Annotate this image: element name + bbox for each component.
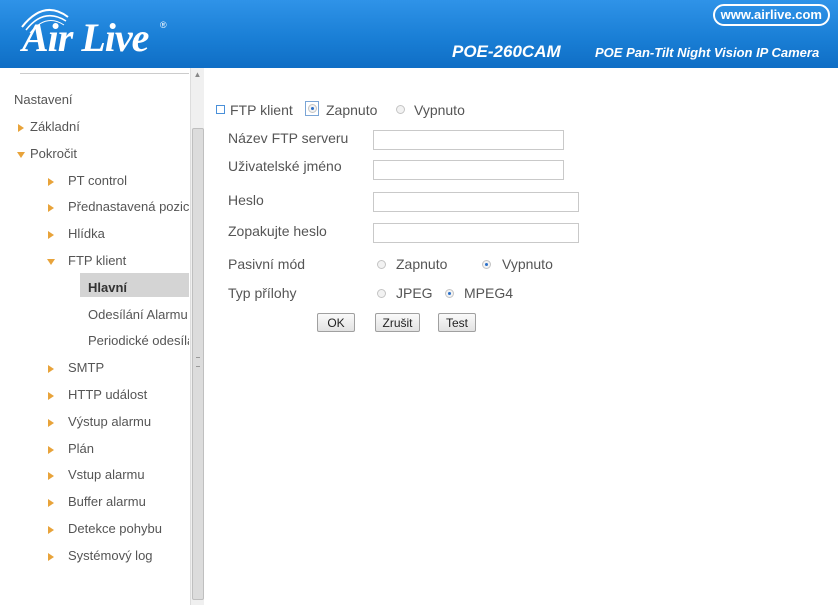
sidebar-item-label: Hlavní — [88, 279, 128, 295]
brand-logo: Air Live — [22, 15, 149, 60]
sidebar-nav: Nastavení Základní Pokročit PT control Před… — [8, 68, 204, 605]
sidebar-item-label: Základní — [30, 119, 80, 134]
password-label: Heslo — [228, 192, 264, 208]
sidebar-item-label: Detekce pohybu — [68, 521, 162, 536]
password-repeat-input[interactable] — [373, 223, 579, 243]
sidebar-item-label: FTP klient — [68, 253, 127, 268]
password-input[interactable] — [373, 192, 579, 212]
attachment-type-label: Typ přílohy — [228, 285, 297, 301]
expand-arrow-icon[interactable] — [48, 445, 54, 454]
attachment-jpeg-label: JPEG — [396, 285, 433, 301]
sidebar-item[interactable]: HTTP událost — [8, 386, 189, 408]
cancel-button[interactable]: Zrušit — [375, 313, 420, 332]
test-button[interactable]: Test — [438, 313, 476, 332]
sidebar-item[interactable]: Výstup alarmu — [8, 413, 189, 435]
password-repeat-label: Zopakujte heslo — [228, 223, 327, 239]
sidebar-item[interactable]: Buffer alarmu — [8, 493, 189, 515]
sidebar-item-label: Přednastavená pozice — [68, 199, 189, 215]
model-name: POE-260CAM — [452, 42, 561, 61]
sidebar-item[interactable]: SMTP — [8, 359, 189, 381]
ftp-client-form: FTP klient Zapnuto Vypnuto Název FTP ser… — [210, 68, 830, 368]
sidebar-tree: Nastavení Základní Pokročit PT control Před… — [8, 68, 189, 605]
sidebar-item-label: Plán — [68, 440, 95, 456]
username-label: Uživatelské jméno — [228, 158, 342, 174]
website-link[interactable]: www.airlive.com — [712, 4, 830, 26]
sidebar-item-label: PT control — [68, 172, 128, 188]
sidebar-item-label: Pokročit — [30, 145, 77, 161]
sidebar-item[interactable]: Detekce pohybu — [8, 520, 189, 542]
expand-arrow-icon[interactable] — [48, 204, 54, 213]
sidebar-item[interactable]: Vstup alarmu — [8, 466, 189, 488]
sidebar-item-label: Odesílání Alarmu — [88, 306, 188, 322]
passive-mode-label: Pasivní mód — [228, 256, 306, 272]
sidebar-item-label: Výstup alarmu — [68, 413, 152, 429]
ftp-enabled-radio[interactable] — [308, 104, 317, 113]
sidebar-item[interactable]: Přednastavená pozice — [8, 198, 189, 220]
sidebar-item-label: Hlídka — [68, 226, 105, 242]
brand-registered-mark: ® — [160, 20, 167, 30]
passive-off-radio[interactable] — [482, 260, 491, 269]
username-input[interactable] — [373, 160, 564, 180]
attachment-mpeg4-radio[interactable] — [445, 289, 454, 298]
sidebar-item[interactable]: PT control — [8, 172, 189, 194]
sidebar-item[interactable]: Základní — [8, 118, 189, 140]
expand-arrow-icon[interactable] — [48, 499, 54, 508]
ftp-enabled-label: Zapnuto — [326, 102, 378, 118]
sidebar-item-label: Periodické odesílání — [88, 333, 189, 349]
expand-arrow-icon[interactable] — [48, 418, 54, 427]
server-name-label: Název FTP serveru — [228, 130, 349, 146]
passive-off-label: Vypnuto — [502, 256, 553, 272]
sidebar-item[interactable]: Hlídka — [8, 225, 189, 247]
passive-on-label: Zapnuto — [396, 256, 448, 272]
ftp-client-checkbox-icon[interactable] — [216, 105, 225, 114]
sidebar-item-label: Systémový log — [68, 547, 153, 563]
expand-arrow-icon[interactable] — [18, 124, 24, 132]
model-description: POE Pan-Tilt Night Vision IP Camera — [595, 45, 820, 60]
sidebar-item[interactable]: Hlavní — [8, 279, 189, 301]
expand-arrow-icon[interactable] — [48, 392, 54, 400]
attachment-jpeg-radio[interactable] — [377, 289, 386, 298]
sidebar-item-label: Vstup alarmu — [68, 467, 145, 483]
ftp-disabled-radio[interactable] — [396, 105, 405, 114]
attachment-mpeg4-label: MPEG4 — [464, 285, 514, 301]
sidebar-item[interactable]: FTP klient — [8, 252, 189, 274]
collapse-arrow-icon[interactable] — [17, 151, 25, 158]
sidebar-divider — [20, 73, 189, 74]
collapse-arrow-icon[interactable] — [47, 259, 55, 265]
scroll-grip-icon — [196, 357, 200, 367]
sidebar-item[interactable]: Periodické odesílání — [8, 332, 189, 354]
sidebar-item-label: Buffer alarmu — [68, 494, 146, 510]
expand-arrow-icon[interactable] — [48, 231, 54, 240]
header-banner: Air Live ® www.airlive.com POE-260CAM PO… — [0, 0, 838, 68]
ftp-client-label: FTP klient — [230, 102, 293, 118]
passive-on-radio[interactable] — [377, 260, 386, 269]
expand-arrow-icon[interactable] — [48, 552, 54, 561]
expand-arrow-icon[interactable] — [48, 472, 54, 481]
sidebar-item-label: SMTP — [68, 360, 105, 376]
sidebar-scrollbar[interactable]: ▲ — [190, 68, 204, 605]
server-name-input[interactable] — [373, 130, 564, 150]
expand-arrow-icon[interactable] — [48, 365, 54, 374]
scroll-up-arrow-icon[interactable]: ▲ — [191, 68, 204, 82]
sidebar-item-label: HTTP událost — [68, 387, 148, 402]
sidebar-item[interactable]: Pokročit — [8, 145, 189, 167]
ftp-disabled-label: Vypnuto — [414, 102, 465, 118]
sidebar-item[interactable]: Systémový log — [8, 547, 189, 569]
sidebar-root-settings[interactable]: Nastavení — [14, 92, 73, 107]
scrollbar-thumb[interactable] — [192, 128, 204, 600]
expand-arrow-icon[interactable] — [48, 526, 54, 534]
sidebar-item[interactable]: Plán — [8, 440, 189, 462]
sidebar-item[interactable]: Odesílání Alarmu — [8, 306, 189, 328]
ok-button[interactable]: OK — [317, 313, 355, 332]
expand-arrow-icon[interactable] — [48, 177, 54, 186]
